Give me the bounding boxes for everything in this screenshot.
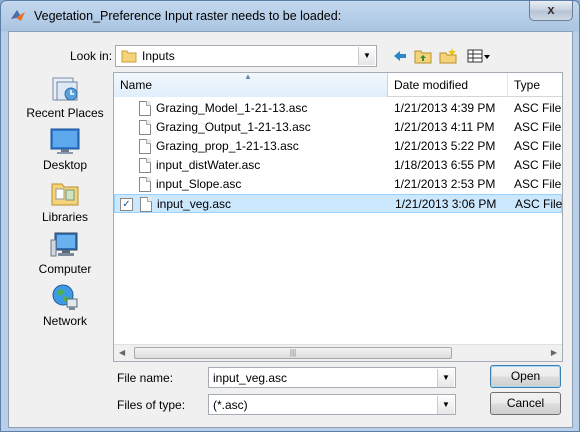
look-in-label: Look in: [70,49,113,63]
scroll-left-icon[interactable]: ◀ [119,348,125,357]
file-name: Grazing_prop_1-21-13.asc [156,139,299,153]
file-type: ASC File [514,120,562,134]
libraries-icon [51,183,79,206]
column-header: ▲ Name Date modified Type [114,73,562,97]
file-icon [139,101,151,116]
up-folder-icon[interactable] [413,46,433,66]
file-date: 1/21/2013 4:11 PM [394,120,495,134]
recent-places-icon [52,77,78,101]
file-type: ASC File [514,139,562,153]
place-recent-places[interactable]: Recent Places [21,72,109,122]
new-folder-icon[interactable] [438,46,458,66]
file-date: 1/21/2013 5:22 PM [394,139,496,153]
place-libraries[interactable]: Libraries [21,176,109,226]
cancel-button[interactable]: Cancel [490,392,561,415]
column-name-label: Name [120,78,153,92]
open-button[interactable]: Open [490,365,561,388]
close-button[interactable]: x [529,1,573,21]
file-name-label: File name: [117,371,174,385]
file-icon [139,158,151,173]
files-of-type-dropdown[interactable]: (*.asc) ▼ [208,394,456,415]
place-label: Libraries [41,210,89,224]
back-arrow-icon[interactable] [390,46,410,66]
file-name: input_veg.asc [157,197,232,211]
file-open-dialog: Vegetation_Preference Input raster needs… [0,0,580,432]
title-bar[interactable]: Vegetation_Preference Input raster needs… [1,1,579,31]
file-icon [139,139,151,154]
place-label: Network [42,314,87,328]
look-in-value: Inputs [142,49,175,63]
folder-icon [121,50,137,63]
place-network[interactable]: Network [21,280,109,330]
file-type: ASC File [514,101,562,115]
file-icon [139,120,151,135]
file-date: 1/21/2013 3:06 PM [395,197,497,211]
file-row[interactable]: input_Slope.asc 1/21/2013 2:53 PM ASC Fi… [114,175,562,194]
file-type: ASC File [514,177,562,191]
file-icon [139,177,151,192]
column-type[interactable]: Type [508,73,562,97]
place-desktop[interactable]: Desktop [21,124,109,174]
file-row-selected[interactable]: ✓ input_veg.asc 1/21/2013 3:06 PM ASC Fi… [114,194,562,213]
column-date-label: Date modified [394,78,469,92]
place-label: Recent Places [26,106,104,120]
file-row[interactable]: Grazing_Model_1-21-13.asc 1/21/2013 4:39… [114,99,562,118]
scrollbar-thumb[interactable]: ||| [134,347,452,359]
column-type-label: Type [514,78,541,92]
window-title: Vegetation_Preference Input raster needs… [34,9,342,23]
file-type: ASC File [514,158,562,172]
dialog-body: Look in: Inputs ▼ Recent Places Desktop … [8,31,573,428]
file-name: input_Slope.asc [156,177,242,191]
place-computer[interactable]: Computer [21,228,109,278]
matlab-icon [11,10,25,21]
file-row[interactable]: Grazing_Output_1-21-13.asc 1/21/2013 4:1… [114,118,562,137]
file-name: input_distWater.asc [156,158,261,172]
files-of-type-value: (*.asc) [213,398,248,412]
look-in-dropdown[interactable]: Inputs ▼ [115,45,377,67]
file-list[interactable]: ▲ Name Date modified Type Grazing_Model_… [113,72,563,362]
column-date-modified[interactable]: Date modified [388,73,508,97]
file-date: 1/21/2013 4:39 PM [394,101,496,115]
places-bar: Recent Places Desktop Libraries Computer… [21,72,109,357]
horizontal-scrollbar[interactable]: ◀ ||| ▶ [114,344,562,361]
file-name-field[interactable]: input_veg.asc ▼ [208,367,456,388]
file-row[interactable]: Grazing_prop_1-21-13.asc 1/21/2013 5:22 … [114,137,562,156]
sort-ascending-icon: ▲ [244,72,252,81]
chevron-down-icon[interactable]: ▼ [437,369,454,387]
file-row[interactable]: input_distWater.asc 1/18/2013 6:55 PM AS… [114,156,562,175]
network-icon [52,284,78,310]
file-date: 1/18/2013 6:55 PM [394,158,496,172]
scroll-right-icon[interactable]: ▶ [551,348,557,357]
file-type: ASC File [515,197,563,211]
desktop-icon [50,128,80,154]
computer-icon [50,232,78,257]
file-date: 1/21/2013 2:53 PM [394,177,496,191]
checkmark-icon[interactable]: ✓ [120,198,133,211]
column-name[interactable]: ▲ Name [114,73,388,97]
place-label: Desktop [42,158,88,172]
chevron-down-icon[interactable]: ▼ [358,47,375,65]
chevron-down-icon[interactable]: ▼ [437,396,454,414]
view-menu-icon[interactable] [466,46,492,66]
files-of-type-label: Files of type: [117,398,186,412]
place-label: Computer [38,262,92,276]
file-name: Grazing_Model_1-21-13.asc [156,101,308,115]
file-icon [140,197,152,212]
file-name-value: input_veg.asc [213,371,288,385]
file-name: Grazing_Output_1-21-13.asc [156,120,311,134]
close-icon: x [547,2,555,17]
